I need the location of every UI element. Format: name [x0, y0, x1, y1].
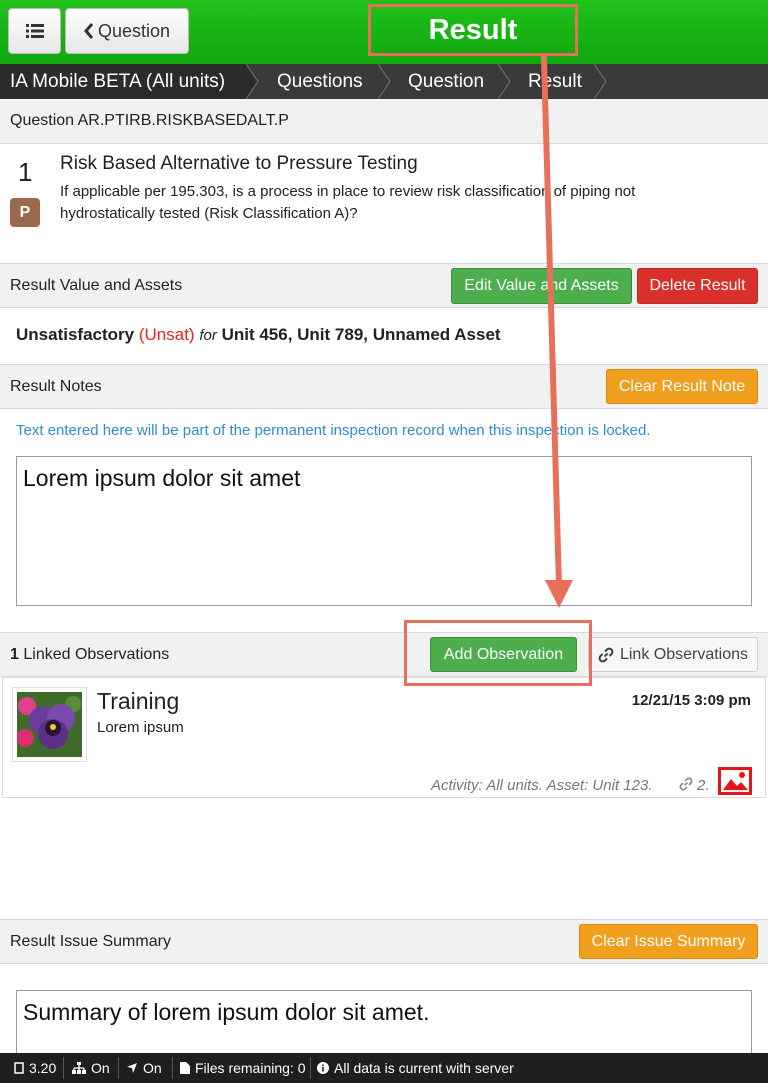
breadcrumb-separator-icon [498, 64, 511, 99]
version-item: 3.20 [14, 1053, 56, 1083]
observation-timestamp: 12/21/15 3:09 pm [631, 692, 751, 709]
observations-count: 1 [10, 646, 19, 663]
result-code: (Unsat) [138, 325, 195, 344]
annotation-arrow [541, 56, 573, 608]
breadcrumb: IA Mobile BETA (All units) Questions Que… [0, 64, 768, 99]
for-word: for [199, 327, 217, 344]
link-icon [598, 647, 614, 662]
highlight-title-box [368, 4, 578, 56]
link-observations-button[interactable]: Link Observations [588, 637, 758, 672]
image-icon[interactable] [718, 767, 752, 795]
list-icon [25, 24, 44, 38]
delete-result-button[interactable]: Delete Result [637, 268, 758, 304]
breadcrumb-item-questions[interactable]: Questions [277, 64, 363, 99]
back-button[interactable]: Question [65, 8, 189, 54]
sitemap-icon [72, 1062, 86, 1074]
location-arrow-icon [127, 1063, 137, 1073]
observation-title: Training [97, 688, 180, 714]
file-icon [180, 1062, 190, 1074]
location-item: On [126, 1053, 162, 1083]
question-type-badge: P [10, 198, 40, 227]
observation-thumbnail [12, 687, 87, 762]
breadcrumb-separator-icon [594, 64, 607, 99]
question-number: 1 [18, 157, 33, 187]
observations-header-label: Linked Observations [23, 646, 170, 663]
menu-button[interactable] [8, 8, 61, 54]
back-button-label: Question [97, 20, 171, 41]
chevron-left-icon [83, 23, 94, 39]
sync-item: All data is current with server [317, 1053, 514, 1083]
breadcrumb-app[interactable]: IA Mobile BETA (All units) [0, 64, 246, 99]
result-notes-textarea[interactable]: Lorem ipsum dolor sit amet [16, 456, 752, 606]
info-circle-icon [317, 1062, 329, 1074]
breadcrumb-item-question[interactable]: Question [408, 64, 484, 99]
files-item: Files remaining: 0 [180, 1053, 306, 1083]
question-title: Risk Based Alternative to Pressure Testi… [60, 153, 418, 174]
observation-card[interactable]: Training Lorem ipsum 12/21/15 3:09 pm Ac… [2, 677, 766, 798]
result-value: Unsatisfactory [16, 325, 135, 344]
question-id: Question AR.PTIRB.RISKBASEDALT.P [10, 112, 289, 129]
network-item: On [72, 1053, 110, 1083]
clear-issue-summary-button[interactable]: Clear Issue Summary [579, 924, 758, 959]
clear-result-note-button[interactable]: Clear Result Note [606, 369, 758, 404]
observation-link-count: 2. [697, 777, 710, 794]
question-text: If applicable per 195.303, is a process … [60, 183, 636, 222]
result-assets: Unit 456, Unit 789, Unnamed Asset [221, 325, 501, 344]
observation-meta: Activity: All units. Asset: Unit 123. [431, 777, 653, 794]
question-id-header: Question AR.PTIRB.RISKBASEDALT.P [0, 99, 768, 144]
observation-link-icon [679, 777, 693, 791]
flower-photo-icon [16, 692, 82, 757]
observation-subtitle: Lorem ipsum [97, 719, 184, 736]
tablet-icon [14, 1062, 24, 1074]
breadcrumb-separator-icon [246, 64, 259, 99]
status-bar: 3.20 On On Files remaining: 0 All data i… [0, 1053, 768, 1083]
result-value-line: Unsatisfactory (Unsat) for Unit 456, Uni… [16, 325, 501, 345]
link-observations-label: Link Observations [619, 645, 749, 663]
breadcrumb-separator-icon [378, 64, 391, 99]
highlight-add-observation-box [404, 620, 592, 686]
